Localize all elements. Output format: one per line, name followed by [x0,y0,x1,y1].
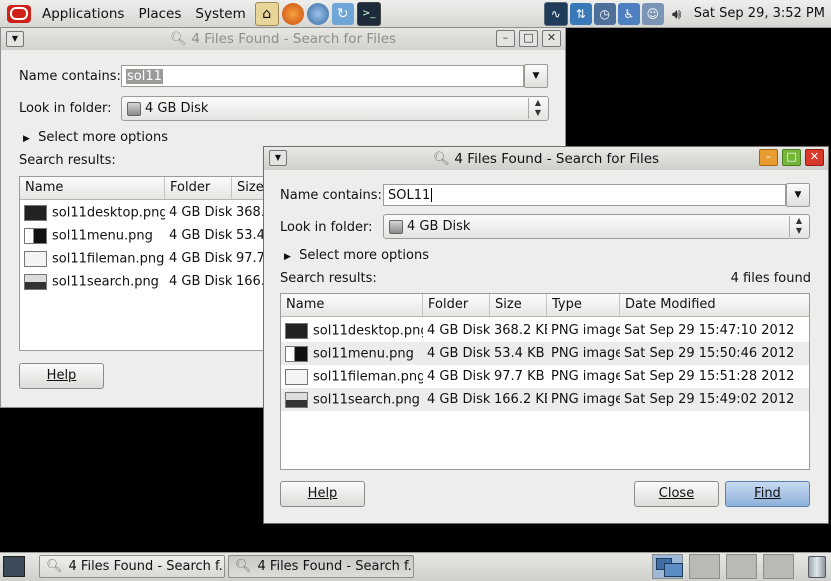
image-thumbnail-icon [24,273,47,290]
results-label: Search results: [280,271,377,286]
table-row[interactable]: sol11menu.png 4 GB Disk 53.4 [20,224,280,247]
workspace-4[interactable] [763,554,794,579]
menu-applications[interactable]: Applications [39,6,127,22]
close-button[interactable]: Close [634,481,719,507]
table-row[interactable]: sol11desktop.png 4 GB Disk 368.2 KB PNG … [281,319,809,342]
updown-icon: ▲ ▼ [528,98,547,119]
maximize-icon[interactable]: □ [782,149,801,166]
image-thumbnail-icon [285,391,308,408]
search-icon: 🔍︎ [169,31,188,47]
disk-icon [127,101,141,116]
folder-label: Look in folder: [19,101,112,116]
top-panel: Applications Places System ⌂ ↻ >_ ∿ ⇅ ◷ … [0,0,831,28]
table-row[interactable]: sol11search.png 4 GB Disk 166.2 KB PNG i… [281,388,809,411]
results-label: Search results: [19,153,116,168]
name-history-dropdown[interactable]: ▼ [786,183,810,207]
window-title: 4 Files Found - Search for Files [454,150,660,167]
volume-icon[interactable]: 🔊︎ [666,3,688,25]
table-row[interactable]: sol11fileman.png 4 GB Disk 97.7 KB PNG i… [281,365,809,388]
column-name[interactable]: Name [281,294,423,316]
image-thumbnail-icon [24,227,47,244]
name-label: Name contains: [19,69,121,84]
trash-icon[interactable] [808,556,826,578]
minimize-icon[interactable]: – [496,30,515,47]
image-thumbnail-icon [24,204,47,221]
name-label: Name contains: [280,188,382,203]
home-icon[interactable]: ⌂ [254,1,279,26]
updown-icon: ▲ ▼ [789,216,808,237]
menu-system[interactable]: System [192,6,248,22]
column-folder[interactable]: Folder [423,294,490,316]
workspace-1[interactable] [652,554,683,579]
taskbar-item-search-back[interactable]: 🔍︎ 4 Files Found - Search f... [39,555,225,578]
image-thumbnail-icon [24,250,47,267]
files-found-count: 4 files found [730,271,811,286]
expander-arrow-icon: ▶ [23,134,30,144]
update-icon[interactable]: ↻ [331,2,354,25]
column-size[interactable]: Size [490,294,547,316]
text-cursor [431,188,433,202]
name-input[interactable]: SOL11 [383,184,786,206]
help-button[interactable]: Help [280,481,365,507]
expander-arrow-icon: ▶ [284,252,291,262]
clock-applet-icon[interactable]: ◷ [593,2,616,25]
show-desktop-icon[interactable] [3,556,25,577]
column-date-modified[interactable]: Date Modified [620,294,809,316]
results-list[interactable]: Name Folder Size sol11desktop.png 4 GB D… [19,176,281,351]
more-options-expander[interactable]: ▶ Select more options [284,248,429,263]
workspace-3[interactable] [726,554,757,579]
search-icon: 🔍︎ [235,559,252,574]
folder-select[interactable]: 4 GB Disk ▲ ▼ [121,96,549,121]
disk-icon [389,219,403,234]
thunderbird-icon[interactable] [306,2,329,25]
bottom-panel: 🔍︎ 4 Files Found - Search f... 🔍︎ 4 File… [0,552,831,581]
column-type[interactable]: Type [547,294,620,316]
taskbar-item-search-front[interactable]: 🔍︎ 4 Files Found - Search f... [228,555,414,578]
close-icon[interactable]: ✕ [542,30,561,47]
search-window-front: ▼ 🔍︎ 4 Files Found - Search for Files – … [263,146,829,524]
workspace-2[interactable] [689,554,720,579]
image-thumbnail-icon [285,345,308,362]
image-thumbnail-icon [285,368,308,385]
table-row[interactable]: sol11search.png 4 GB Disk 166.2 [20,270,280,293]
folder-select[interactable]: 4 GB Disk ▲ ▼ [383,214,810,239]
oracle-logo-icon[interactable] [7,4,31,23]
clock[interactable]: Sat Sep 29, 3:52 PM [694,6,825,21]
titlebar[interactable]: ▼ 🔍︎ 4 Files Found - Search for Files – … [264,147,828,170]
column-name[interactable]: Name [20,177,165,199]
user-switch-icon[interactable]: ☺ [641,2,664,25]
titlebar[interactable]: ▼ 🔍︎ 4 Files Found - Search for Files – … [1,28,565,50]
network-icon[interactable]: ⇅ [569,2,592,25]
column-folder[interactable]: Folder [165,177,232,199]
image-thumbnail-icon [285,322,308,339]
maximize-icon[interactable]: □ [519,30,538,47]
table-row[interactable]: sol11fileman.png 4 GB Disk 97.7 [20,247,280,270]
firefox-icon[interactable] [281,2,304,25]
table-row[interactable]: sol11menu.png 4 GB Disk 53.4 KB PNG imag… [281,342,809,365]
results-list[interactable]: Name Folder Size Type Date Modified sol1… [280,293,810,470]
search-icon: 🔍︎ [432,150,451,167]
close-icon[interactable]: ✕ [805,149,824,166]
search-icon: 🔍︎ [46,559,63,574]
menu-places[interactable]: Places [135,6,184,22]
find-button[interactable]: Find [725,481,810,507]
folder-label: Look in folder: [280,220,373,235]
name-history-dropdown[interactable]: ▼ [524,64,548,88]
terminal-icon[interactable]: >_ [356,1,381,26]
name-input[interactable]: sol11 [121,65,524,87]
more-options-expander[interactable]: ▶ Select more options [23,130,168,145]
system-tray: ∿ ⇅ ◷ ♿ ☺ 🔊︎ Sat Sep 29, 3:52 PM [542,0,831,27]
window-title: 4 Files Found - Search for Files [191,31,397,47]
minimize-icon[interactable]: – [759,149,778,166]
system-monitor-icon[interactable]: ∿ [543,1,568,26]
table-row[interactable]: sol11desktop.png 4 GB Disk 368.2 [20,201,280,224]
help-button[interactable]: Help [19,363,104,389]
accessibility-icon[interactable]: ♿ [617,2,640,25]
